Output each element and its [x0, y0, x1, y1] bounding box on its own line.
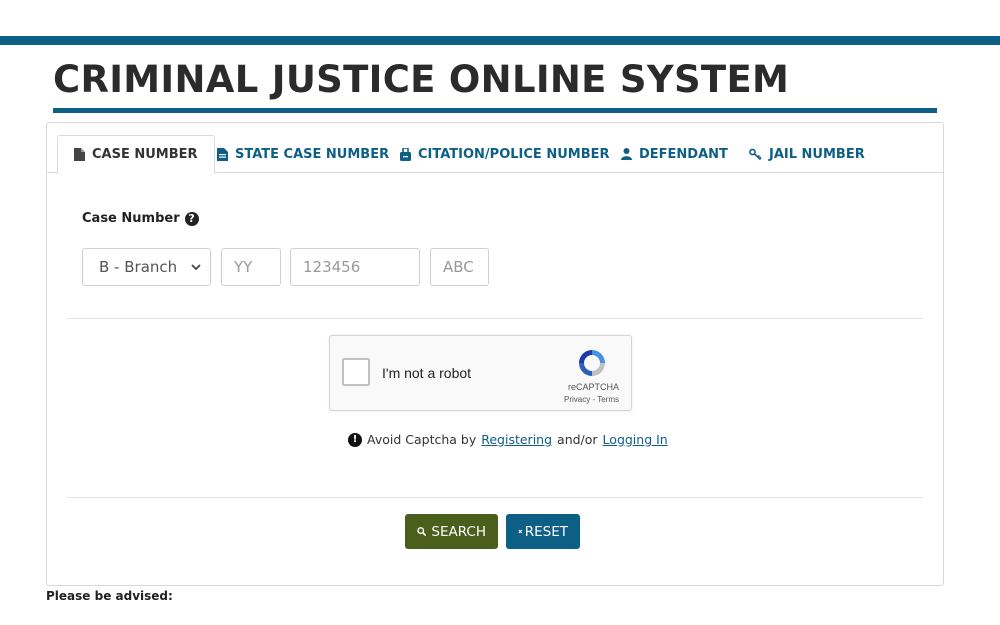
- top-accent-bar: [0, 36, 1000, 45]
- search-tabs: CASE NUMBER STATE CASE NUMBER CITATION/P…: [47, 135, 943, 174]
- recaptcha-widget: I'm not a robot reCAPTCHA Privacy - Term…: [329, 335, 632, 411]
- case-number-label: Case Number ?: [82, 211, 199, 226]
- branch-select[interactable]: B - Branch: [82, 248, 211, 286]
- login-link[interactable]: Logging In: [603, 432, 668, 447]
- captcha-notice: ! Avoid Captcha by Registering and/or Lo…: [348, 432, 668, 447]
- advisory-heading: Please be advised:: [46, 589, 173, 603]
- divider: [67, 318, 923, 319]
- search-icon: [417, 527, 427, 537]
- recaptcha-logo-icon: [579, 350, 605, 376]
- captcha-checkbox[interactable]: [342, 358, 370, 386]
- search-button-label: SEARCH: [431, 523, 486, 540]
- tab-label: CASE NUMBER: [92, 147, 198, 162]
- case-number-placeholder: 123456: [303, 258, 361, 276]
- case-number-label-text: Case Number: [82, 211, 180, 226]
- tab-label: STATE CASE NUMBER: [235, 146, 390, 162]
- badge-icon: [400, 147, 411, 161]
- reset-button[interactable]: RESET: [506, 514, 580, 549]
- divider: [67, 497, 923, 498]
- tab-label: JAIL NUMBER: [769, 146, 865, 162]
- register-link[interactable]: Registering: [481, 432, 552, 447]
- search-button[interactable]: SEARCH: [405, 514, 498, 549]
- notice-prefix: Avoid Captcha by: [367, 432, 477, 447]
- tab-defendant[interactable]: DEFENDANT: [621, 135, 728, 173]
- suffix-input[interactable]: ABC: [430, 248, 489, 286]
- notice-middle: and/or: [557, 432, 598, 447]
- close-icon: [518, 529, 523, 534]
- tab-case-number[interactable]: CASE NUMBER: [57, 135, 215, 174]
- title-underline: [53, 108, 937, 113]
- year-input[interactable]: YY: [221, 248, 281, 286]
- chevron-down-icon: [191, 264, 201, 271]
- reset-button-label: RESET: [524, 523, 568, 540]
- tab-label: CITATION/POLICE NUMBER: [418, 146, 610, 162]
- user-icon: [621, 148, 632, 160]
- help-icon[interactable]: ?: [184, 211, 199, 226]
- branch-select-value: B - Branch: [99, 258, 178, 276]
- suffix-placeholder: ABC: [443, 258, 474, 276]
- captcha-brand: reCAPTCHA: [567, 382, 619, 392]
- file-text-icon: [217, 147, 228, 161]
- year-placeholder: YY: [234, 258, 253, 276]
- tab-state-case-number[interactable]: STATE CASE NUMBER: [217, 135, 389, 173]
- exclamation-icon: !: [348, 432, 362, 447]
- tab-jail-number[interactable]: JAIL NUMBER: [749, 135, 865, 173]
- captcha-text: I'm not a robot: [382, 365, 472, 381]
- tab-label: DEFENDANT: [639, 146, 728, 162]
- tab-citation-police-number[interactable]: CITATION/POLICE NUMBER: [400, 135, 610, 173]
- case-number-input[interactable]: 123456: [290, 248, 420, 286]
- search-panel: CASE NUMBER STATE CASE NUMBER CITATION/P…: [46, 122, 944, 586]
- file-icon: [74, 148, 85, 161]
- page-title: CRIMINAL JUSTICE ONLINE SYSTEM: [53, 58, 790, 101]
- key-icon: [749, 148, 762, 160]
- captcha-privacy-terms[interactable]: Privacy - Terms: [564, 395, 619, 404]
